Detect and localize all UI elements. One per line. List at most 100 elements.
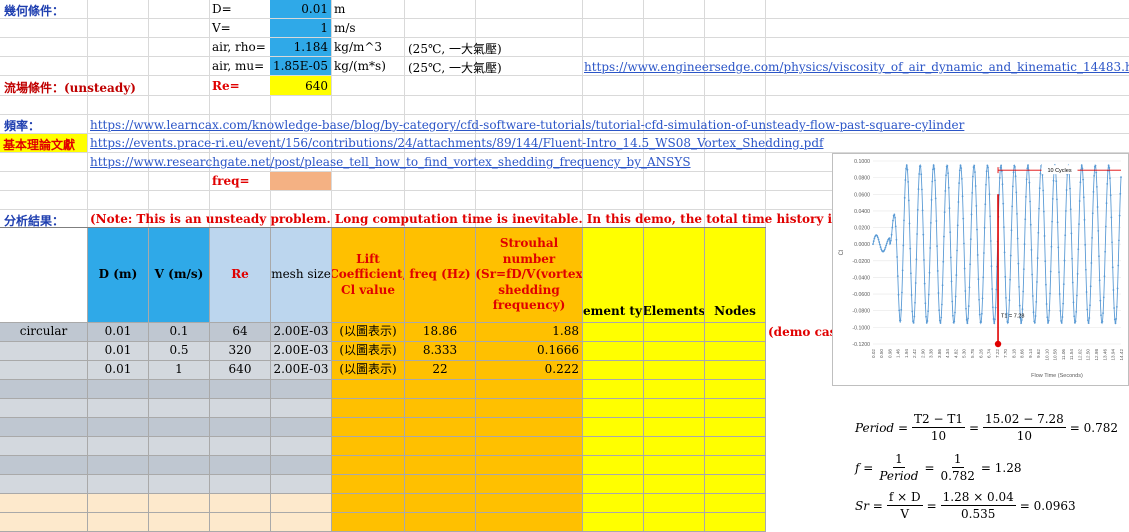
empty-cell[interactable]	[583, 418, 644, 437]
row-1-sr[interactable]: 1.88	[476, 323, 583, 342]
empty-cell[interactable]	[705, 494, 766, 513]
empty-cell[interactable]	[271, 380, 332, 399]
empty-cell[interactable]	[405, 475, 476, 494]
row-3-nodes[interactable]	[705, 361, 766, 380]
empty-cell[interactable]	[88, 475, 149, 494]
row-1-re[interactable]: 64	[210, 323, 271, 342]
empty-cell[interactable]	[88, 418, 149, 437]
empty-cell[interactable]	[476, 494, 583, 513]
param-rho-value[interactable]: 1.184	[270, 38, 331, 56]
empty-cell[interactable]	[476, 399, 583, 418]
row-2-d[interactable]: 0.01	[88, 342, 149, 361]
empty-cell[interactable]	[332, 456, 405, 475]
empty-cell[interactable]	[583, 475, 644, 494]
empty-cell[interactable]	[88, 513, 149, 532]
empty-cell[interactable]	[88, 380, 149, 399]
row-3-freq[interactable]: 22	[405, 361, 476, 380]
empty-cell[interactable]	[476, 475, 583, 494]
empty-cell[interactable]	[644, 418, 705, 437]
empty-cell[interactable]	[0, 399, 88, 418]
row-2-lift[interactable]: (以圖表示)	[332, 342, 405, 361]
empty-cell[interactable]	[644, 475, 705, 494]
empty-cell[interactable]	[476, 456, 583, 475]
row-1-label[interactable]: circular	[0, 323, 88, 342]
empty-cell[interactable]	[149, 494, 210, 513]
row-2-freq[interactable]: 8.333	[405, 342, 476, 361]
empty-cell[interactable]	[210, 418, 271, 437]
empty-cell[interactable]	[0, 456, 88, 475]
empty-cell[interactable]	[644, 399, 705, 418]
freq-value-cell[interactable]	[270, 172, 331, 190]
empty-cell[interactable]	[476, 418, 583, 437]
empty-cell[interactable]	[705, 380, 766, 399]
empty-cell[interactable]	[210, 437, 271, 456]
link-researchgate[interactable]: https://www.researchgate.net/post/please…	[90, 155, 691, 169]
empty-cell[interactable]	[149, 399, 210, 418]
empty-cell[interactable]	[476, 380, 583, 399]
empty-cell[interactable]	[583, 494, 644, 513]
empty-cell[interactable]	[210, 494, 271, 513]
empty-cell[interactable]	[644, 380, 705, 399]
row-1-elements[interactable]	[644, 323, 705, 342]
empty-cell[interactable]	[405, 437, 476, 456]
row-3-mesh[interactable]: 2.00E-03	[271, 361, 332, 380]
empty-cell[interactable]	[332, 437, 405, 456]
empty-cell[interactable]	[210, 513, 271, 532]
empty-cell[interactable]	[405, 399, 476, 418]
link-learncax[interactable]: https://www.learncax.com/knowledge-base/…	[90, 118, 964, 132]
empty-cell[interactable]	[705, 475, 766, 494]
empty-cell[interactable]	[332, 494, 405, 513]
empty-cell[interactable]	[705, 437, 766, 456]
empty-cell[interactable]	[88, 437, 149, 456]
empty-cell[interactable]	[332, 418, 405, 437]
empty-cell[interactable]	[149, 380, 210, 399]
link-prace[interactable]: https://events.prace-ri.eu/event/156/con…	[90, 136, 823, 150]
empty-cell[interactable]	[271, 513, 332, 532]
empty-cell[interactable]	[332, 380, 405, 399]
row-1-lift[interactable]: (以圖表示)	[332, 323, 405, 342]
empty-cell[interactable]	[88, 456, 149, 475]
row-2-sr[interactable]: 0.1666	[476, 342, 583, 361]
row-1-element-type[interactable]	[583, 323, 644, 342]
empty-cell[interactable]	[644, 456, 705, 475]
empty-cell[interactable]	[0, 380, 88, 399]
row-2-element-type[interactable]	[583, 342, 644, 361]
row-3-lift[interactable]: (以圖表示)	[332, 361, 405, 380]
empty-cell[interactable]	[0, 437, 88, 456]
empty-cell[interactable]	[0, 475, 88, 494]
empty-cell[interactable]	[644, 494, 705, 513]
row-2-v[interactable]: 0.5	[149, 342, 210, 361]
empty-cell[interactable]	[705, 399, 766, 418]
param-v-value[interactable]: 1	[270, 19, 331, 37]
empty-cell[interactable]	[583, 513, 644, 532]
empty-cell[interactable]	[210, 380, 271, 399]
empty-cell[interactable]	[88, 399, 149, 418]
empty-cell[interactable]	[149, 456, 210, 475]
empty-cell[interactable]	[644, 513, 705, 532]
empty-cell[interactable]	[149, 475, 210, 494]
empty-cell[interactable]	[271, 418, 332, 437]
row-1-d[interactable]: 0.01	[88, 323, 149, 342]
empty-cell[interactable]	[149, 418, 210, 437]
empty-cell[interactable]	[705, 456, 766, 475]
empty-cell[interactable]	[271, 437, 332, 456]
empty-cell[interactable]	[476, 437, 583, 456]
empty-cell[interactable]	[405, 513, 476, 532]
empty-cell[interactable]	[271, 399, 332, 418]
empty-cell[interactable]	[332, 513, 405, 532]
empty-cell[interactable]	[405, 418, 476, 437]
row-3-sr[interactable]: 0.222	[476, 361, 583, 380]
param-mu-value[interactable]: 1.85E-05	[270, 57, 331, 75]
empty-cell[interactable]	[271, 494, 332, 513]
empty-cell[interactable]	[0, 418, 88, 437]
empty-cell[interactable]	[583, 456, 644, 475]
empty-cell[interactable]	[332, 475, 405, 494]
empty-cell[interactable]	[271, 456, 332, 475]
empty-cell[interactable]	[476, 513, 583, 532]
empty-cell[interactable]	[583, 399, 644, 418]
empty-cell[interactable]	[405, 380, 476, 399]
empty-cell[interactable]	[210, 456, 271, 475]
row-1-mesh[interactable]: 2.00E-03	[271, 323, 332, 342]
row-1-freq[interactable]: 18.86	[405, 323, 476, 342]
empty-cell[interactable]	[210, 475, 271, 494]
